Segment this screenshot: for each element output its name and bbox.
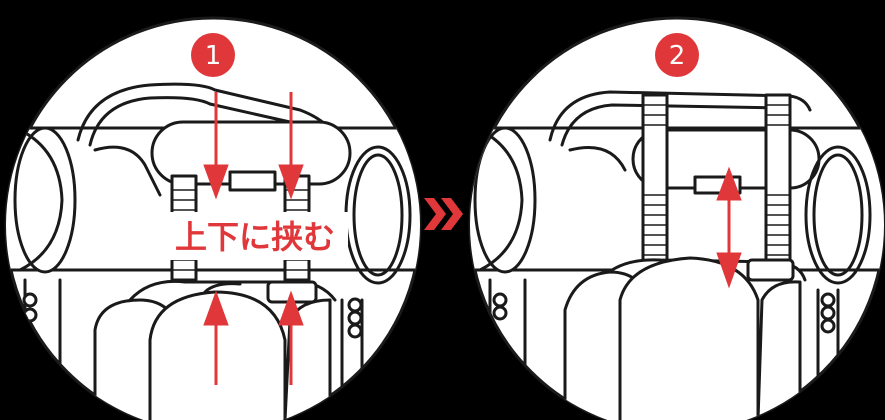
step-2-panel: 2 bbox=[468, 16, 885, 420]
step-1-caption: 上下に挟む bbox=[175, 218, 335, 256]
step-2-number: 2 bbox=[669, 41, 686, 71]
zip-tie-left bbox=[641, 93, 669, 267]
double-chevron-right-icon bbox=[424, 198, 463, 230]
instruction-diagram: 上下に挟む 1 2 bbox=[4, 16, 885, 420]
step-1-badge: 1 bbox=[191, 33, 235, 77]
step-2-badge: 2 bbox=[655, 33, 699, 77]
step-1-number: 1 bbox=[205, 41, 222, 71]
zip-tie-right bbox=[764, 93, 792, 267]
step-1-panel: 上下に挟む 1 bbox=[4, 16, 422, 420]
